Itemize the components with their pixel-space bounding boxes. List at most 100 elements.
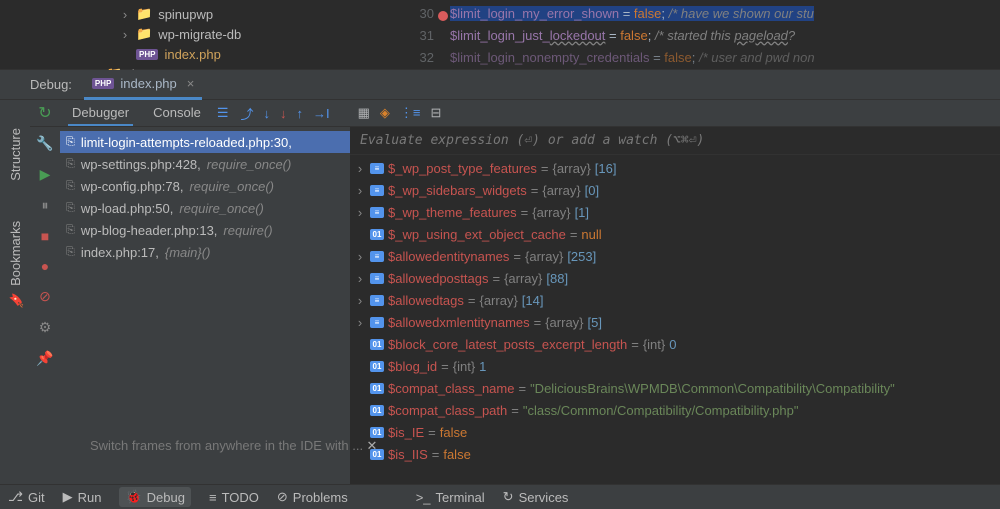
var-type-icon: 01 [370, 339, 384, 350]
code-line[interactable]: $limit_login_nonempty_credentials = fals… [450, 50, 815, 65]
folder-icon: 📁 [136, 6, 152, 22]
close-icon[interactable]: × [187, 76, 195, 91]
view-breakpoints-icon[interactable]: ● [41, 258, 49, 274]
variable-row[interactable]: ›≡ $allowedtags = {array} [14] [350, 289, 1000, 311]
bookmarks-tab[interactable]: 🔖Bookmarks [8, 221, 23, 308]
line-number: 32 [390, 50, 450, 65]
variable-row[interactable]: ›≡ $allowedposttags = {array} [88] [350, 267, 1000, 289]
debug-header: Debug: PHP index.php × [0, 70, 1000, 100]
structure-tab[interactable]: Structure [8, 128, 23, 181]
variable-row[interactable]: 01 $_wp_using_ext_object_cache = null [350, 223, 1000, 245]
frames-panel: ⎘limit-login-attempts-reloaded.php:30, ⎘… [60, 127, 350, 484]
stack-frame[interactable]: ⎘wp-blog-header.php:13, require() [60, 219, 350, 241]
terminal-icon: >_ [416, 490, 431, 505]
chevron-icon[interactable]: › [354, 161, 366, 176]
tree-item[interactable]: PHPindex.php [90, 44, 390, 64]
stop-icon[interactable]: ■ [41, 228, 49, 244]
mute-breakpoints-icon[interactable]: ⊘ [39, 288, 51, 305]
var-type-icon: ≡ [370, 163, 384, 174]
code-line[interactable]: $limit_login_just_lockedout = false; /* … [450, 28, 795, 43]
layout-icon[interactable]: ⊟ [431, 105, 442, 121]
variable-row[interactable]: ›≡ $_wp_theme_features = {array} [1] [350, 201, 1000, 223]
var-name: $is_IIS [388, 447, 428, 462]
variable-row[interactable]: ›≡ $_wp_sidebars_widgets = {array} [0] [350, 179, 1000, 201]
list-icon: ≡ [209, 490, 217, 505]
run-to-cursor-icon[interactable]: →I [313, 106, 330, 121]
variable-row[interactable]: 01 $compat_class_path = "class/Common/Co… [350, 399, 1000, 421]
rerun-icon[interactable]: ↻ [38, 103, 51, 123]
pin-icon[interactable]: 📌 [36, 350, 53, 367]
var-name: $allowedentitynames [388, 249, 509, 264]
variable-row[interactable]: ›≡ $_wp_post_type_features = {array} [16… [350, 157, 1000, 179]
debugger-tab[interactable]: Debugger [68, 101, 133, 126]
chevron-icon[interactable]: › [354, 271, 366, 286]
debug-panel: Structure 🔖Bookmarks ↻ Debugger Console … [0, 100, 1000, 484]
code-editor[interactable]: 30$limit_login_my_error_shown = false; /… [390, 0, 1000, 69]
stack-frame[interactable]: ⎘wp-settings.php:428, require_once() [60, 153, 350, 175]
chevron-icon[interactable]: › [120, 7, 130, 22]
todo-button[interactable]: ≡TODO [209, 490, 259, 505]
wrench-icon[interactable]: 🔧 [36, 135, 53, 152]
trace-icon[interactable]: ◈ [380, 105, 390, 121]
stack-frame[interactable]: ⎘wp-config.php:78, require_once() [60, 175, 350, 197]
debug-button[interactable]: 🐞Debug [119, 487, 191, 507]
step-into-icon[interactable]: ↓ [263, 106, 270, 121]
console-tab[interactable]: Console [149, 101, 205, 126]
debug-tab[interactable]: PHP index.php × [84, 70, 202, 100]
var-name: $blog_id [388, 359, 437, 374]
force-step-into-icon[interactable]: ↓ [280, 106, 287, 121]
variable-row[interactable]: 01 $is_IIS = false [350, 443, 1000, 465]
settings-icon[interactable]: ⋮≡ [400, 105, 421, 121]
threads-icon[interactable]: ☰ [217, 105, 229, 121]
branch-icon: ⎇ [8, 489, 23, 505]
variable-row[interactable]: ›≡ $allowedentitynames = {array} [253] [350, 245, 1000, 267]
pause-icon[interactable]: ⏸ [42, 197, 49, 214]
var-type-icon: ≡ [370, 317, 384, 328]
settings-icon[interactable]: ⚙ [39, 319, 52, 336]
problems-button[interactable]: ⊘Problems [277, 489, 348, 505]
chevron-icon[interactable]: › [354, 183, 366, 198]
stack-frame[interactable]: ⎘index.php:17, {main}() [60, 241, 350, 263]
variable-row[interactable]: 01 $block_core_latest_posts_excerpt_leng… [350, 333, 1000, 355]
var-value: [5] [588, 315, 602, 330]
terminal-button[interactable]: >_Terminal [416, 490, 485, 505]
git-button[interactable]: ⎇Git [8, 489, 45, 505]
chevron-icon[interactable]: › [354, 205, 366, 220]
services-button[interactable]: ↻Services [503, 489, 569, 505]
evaluate-icon[interactable]: ▦ [358, 105, 370, 121]
stack-frame[interactable]: ⎘wp-load.php:50, require_once() [60, 197, 350, 219]
step-out-icon[interactable]: ↑ [296, 106, 303, 121]
tree-label: spinupwp [158, 7, 213, 22]
variable-row[interactable]: 01 $compat_class_name = "DeliciousBrains… [350, 377, 1000, 399]
chevron-icon[interactable]: › [120, 27, 130, 42]
var-value: "class/Common/Compatibility/Compatibilit… [523, 403, 799, 418]
step-over-icon[interactable]: ⤴ [240, 104, 253, 123]
var-type-icon: 01 [370, 229, 384, 240]
var-value: 0 [669, 337, 676, 352]
tree-item[interactable]: ›📁wp-migrate-db [90, 24, 390, 44]
tree-label: index.php [164, 47, 220, 62]
variable-row[interactable]: 01 $is_IE = false [350, 421, 1000, 443]
var-name: $allowedposttags [388, 271, 488, 286]
play-icon: ▶ [63, 489, 73, 505]
frame-icon: ⎘ [66, 224, 75, 237]
var-name: $allowedtags [388, 293, 464, 308]
var-type-icon: 01 [370, 427, 384, 438]
stack-frame[interactable]: ⎘limit-login-attempts-reloaded.php:30, [60, 131, 350, 153]
breakpoint-icon[interactable] [438, 11, 448, 21]
resume-icon[interactable]: ▶ [40, 166, 51, 183]
var-value: [253] [567, 249, 596, 264]
warning-icon: ⊘ [277, 489, 288, 505]
expression-input[interactable]: Evaluate expression (⏎) or add a watch (… [350, 127, 1000, 155]
run-button[interactable]: ▶Run [63, 489, 102, 505]
chevron-icon[interactable]: › [354, 249, 366, 264]
variable-row[interactable]: 01 $blog_id = {int} 1 [350, 355, 1000, 377]
var-name: $block_core_latest_posts_excerpt_length [388, 337, 627, 352]
tree-item[interactable]: › 📁 spinupwp [90, 4, 390, 24]
var-name: $_wp_using_ext_object_cache [388, 227, 566, 242]
variable-row[interactable]: ›≡ $allowedxmlentitynames = {array} [5] [350, 311, 1000, 333]
code-line[interactable]: $limit_login_my_error_shown = false; /* … [450, 6, 814, 21]
debug-content: 🔧 ▶ ⏸ ■ ● ⊘ ⚙ 📌 ⎘limit-login-attempts-re… [30, 127, 1000, 484]
chevron-icon[interactable]: › [354, 293, 366, 308]
chevron-icon[interactable]: › [354, 315, 366, 330]
